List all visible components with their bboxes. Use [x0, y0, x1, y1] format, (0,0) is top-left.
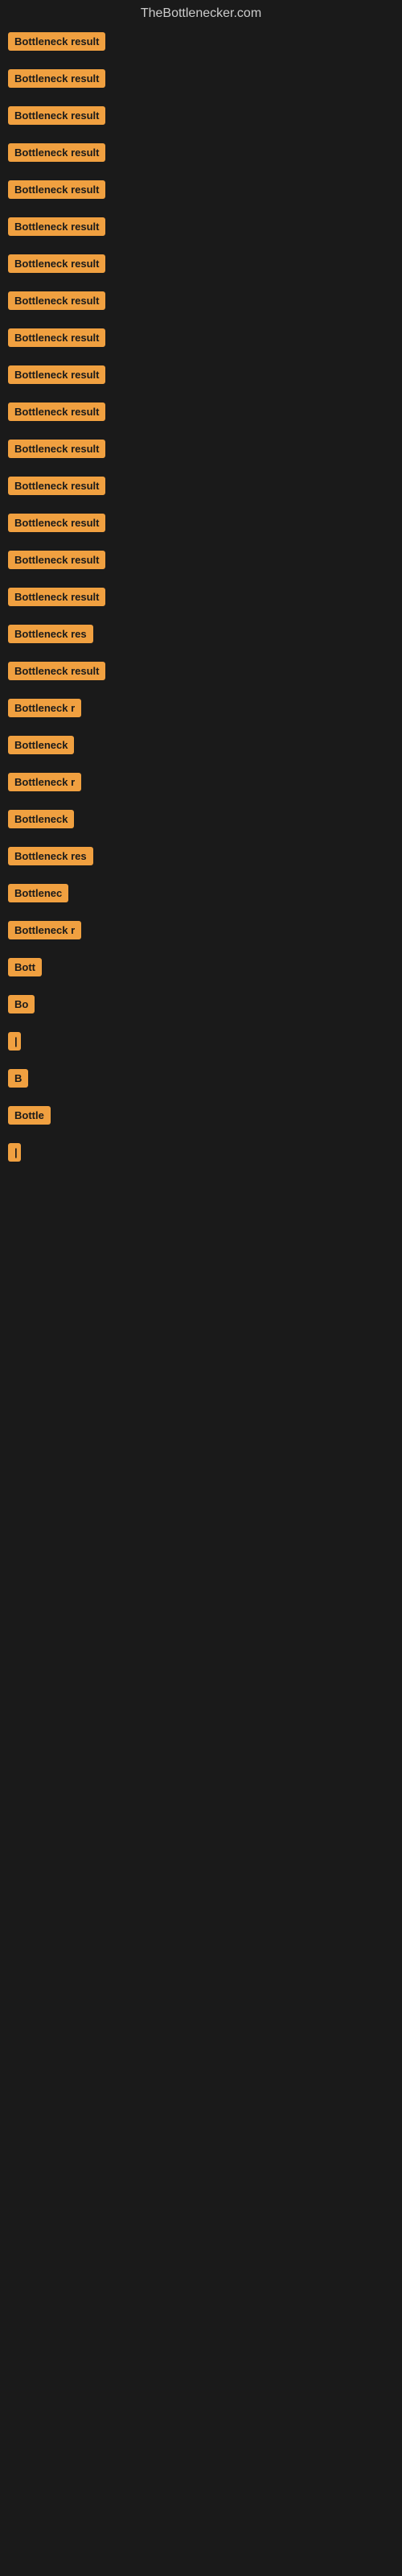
bottleneck-item-12[interactable]: Bottleneck result [0, 440, 402, 462]
bottleneck-badge-9[interactable]: Bottleneck result [8, 328, 105, 347]
bottleneck-badge-4[interactable]: Bottleneck result [8, 143, 105, 162]
bottleneck-badge-16[interactable]: Bottleneck result [8, 588, 105, 606]
bottleneck-item-19[interactable]: Bottleneck r [0, 699, 402, 721]
bottleneck-item-28[interactable]: | [0, 1032, 402, 1055]
bottleneck-badge-12[interactable]: Bottleneck result [8, 440, 105, 458]
bottleneck-badge-14[interactable]: Bottleneck result [8, 514, 105, 532]
bottleneck-badge-13[interactable]: Bottleneck result [8, 477, 105, 495]
bottleneck-badge-17[interactable]: Bottleneck res [8, 625, 93, 643]
bottleneck-item-25[interactable]: Bottleneck r [0, 921, 402, 943]
bottleneck-item-21[interactable]: Bottleneck r [0, 773, 402, 795]
bottleneck-item-30[interactable]: Bottle [0, 1106, 402, 1129]
bottleneck-badge-23[interactable]: Bottleneck res [8, 847, 93, 865]
bottleneck-item-10[interactable]: Bottleneck result [0, 365, 402, 388]
bottleneck-item-23[interactable]: Bottleneck res [0, 847, 402, 869]
bottleneck-item-3[interactable]: Bottleneck result [0, 106, 402, 129]
bottleneck-item-8[interactable]: Bottleneck result [0, 291, 402, 314]
bottleneck-item-29[interactable]: B [0, 1069, 402, 1092]
bottleneck-badge-31[interactable]: | [8, 1143, 21, 1162]
bottleneck-item-24[interactable]: Bottlenec [0, 884, 402, 906]
bottleneck-badge-21[interactable]: Bottleneck r [8, 773, 81, 791]
bottleneck-list: Bottleneck result Bottleneck result Bottle… [0, 24, 402, 1188]
bottleneck-badge-1[interactable]: Bottleneck result [8, 32, 105, 51]
bottleneck-item-5[interactable]: Bottleneck result [0, 180, 402, 203]
bottleneck-item-22[interactable]: Bottleneck [0, 810, 402, 832]
bottleneck-badge-11[interactable]: Bottleneck result [8, 402, 105, 421]
bottleneck-badge-3[interactable]: Bottleneck result [8, 106, 105, 125]
bottleneck-item-27[interactable]: Bo [0, 995, 402, 1018]
bottleneck-item-16[interactable]: Bottleneck result [0, 588, 402, 610]
bottleneck-badge-8[interactable]: Bottleneck result [8, 291, 105, 310]
bottleneck-badge-29[interactable]: B [8, 1069, 28, 1088]
bottleneck-item-9[interactable]: Bottleneck result [0, 328, 402, 351]
bottleneck-badge-24[interactable]: Bottlenec [8, 884, 68, 902]
bottleneck-badge-5[interactable]: Bottleneck result [8, 180, 105, 199]
bottleneck-badge-27[interactable]: Bo [8, 995, 35, 1013]
bottleneck-badge-20[interactable]: Bottleneck [8, 736, 74, 754]
bottom-spacer [0, 1188, 402, 1671]
bottleneck-badge-15[interactable]: Bottleneck result [8, 551, 105, 569]
bottleneck-badge-10[interactable]: Bottleneck result [8, 365, 105, 384]
bottleneck-item-1[interactable]: Bottleneck result [0, 32, 402, 55]
bottleneck-badge-22[interactable]: Bottleneck [8, 810, 74, 828]
bottleneck-item-18[interactable]: Bottleneck result [0, 662, 402, 684]
bottleneck-item-26[interactable]: Bott [0, 958, 402, 980]
bottleneck-item-7[interactable]: Bottleneck result [0, 254, 402, 277]
bottleneck-item-20[interactable]: Bottleneck [0, 736, 402, 758]
bottleneck-badge-25[interactable]: Bottleneck r [8, 921, 81, 939]
bottleneck-item-17[interactable]: Bottleneck res [0, 625, 402, 647]
bottleneck-item-6[interactable]: Bottleneck result [0, 217, 402, 240]
site-title: TheBottlenecker.com [0, 0, 402, 24]
bottleneck-item-31[interactable]: | [0, 1143, 402, 1166]
bottleneck-item-4[interactable]: Bottleneck result [0, 143, 402, 166]
bottleneck-badge-18[interactable]: Bottleneck result [8, 662, 105, 680]
bottleneck-badge-28[interactable]: | [8, 1032, 21, 1051]
bottleneck-item-15[interactable]: Bottleneck result [0, 551, 402, 573]
bottleneck-item-2[interactable]: Bottleneck result [0, 69, 402, 92]
bottleneck-badge-30[interactable]: Bottle [8, 1106, 51, 1125]
bottleneck-badge-7[interactable]: Bottleneck result [8, 254, 105, 273]
bottleneck-badge-6[interactable]: Bottleneck result [8, 217, 105, 236]
bottleneck-badge-26[interactable]: Bott [8, 958, 42, 976]
bottleneck-item-14[interactable]: Bottleneck result [0, 514, 402, 536]
bottleneck-badge-2[interactable]: Bottleneck result [8, 69, 105, 88]
bottleneck-item-13[interactable]: Bottleneck result [0, 477, 402, 499]
bottleneck-badge-19[interactable]: Bottleneck r [8, 699, 81, 717]
bottleneck-item-11[interactable]: Bottleneck result [0, 402, 402, 425]
